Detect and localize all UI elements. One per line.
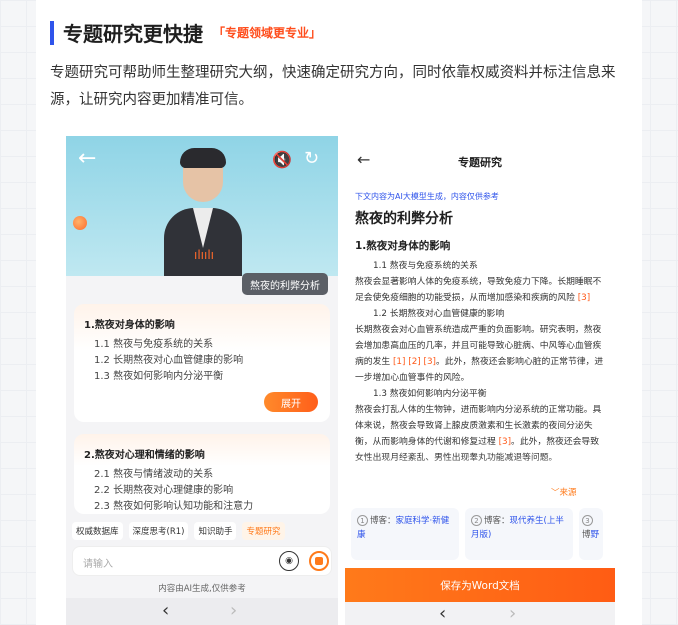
outline-item: 1.2 长期熬夜对心血管健康的影响 [94,355,244,366]
outline-item: 2.3 熬夜如何影响认知功能和注意力 [94,501,254,512]
assistant-orb-icon[interactable] [73,216,87,230]
source-card[interactable]: 1 博客：家庭科学·新健康 [351,508,459,560]
subheading: 1.1 熬夜与免疫系统的关系 [373,261,478,271]
section-tag: 「专题领域更专业」 [213,26,322,40]
sources-list: 1 博客：家庭科学·新健康 2 博客：现代养生(上半月版) 3博野 [351,508,603,560]
expand-button[interactable]: 展开 [264,392,318,412]
refresh-icon[interactable]: ↻ [304,148,319,169]
save-word-button[interactable]: 保存为Word文档 [345,568,615,602]
outline-item: 2.2 长期熬夜对心理健康的影响 [94,485,234,496]
tool-chips: 权威数据库 深度思考(R1) 知识助手 专题研究 [72,522,285,540]
ai-disclaimer: 下文内容为AI大模型生成，内容仅供参考 [355,192,499,201]
outline-heading: 2.熬夜对心理和情绪的影响 [84,450,205,461]
outline-item: 2.1 熬夜与情绪波动的关系 [94,469,214,480]
browser-nav: ‹ › [66,598,338,625]
feature-card: 专题研究更快捷 「专题领域更专业」 专题研究可帮助师生整理研究大纲，快速确定研究… [36,0,642,625]
report-section-heading: 1.熬夜对身体的影响 [355,240,451,252]
report-body: 1.1 熬夜与免疫系统的关系 熬夜会显著影响人体的免疫系统，导致免疫力下降。长期… [355,258,607,474]
back-arrow-icon[interactable]: ← [78,146,96,171]
right-phone-screenshot: ← 专题研究 下文内容为AI大模型生成，内容仅供参考 熬夜的利弊分析 1.熬夜对… [345,136,615,625]
avatar-hero: ← 🔇 ↻ ılıılı [66,136,338,276]
mute-icon[interactable]: 🔇 [272,150,292,169]
title-accent-bar [50,20,54,45]
tool-deep-think[interactable]: 深度思考(R1) [128,522,189,540]
tool-knowledge-assistant[interactable]: 知识助手 [194,522,237,540]
left-phone-screenshot: ← 🔇 ↻ ılıılı 熬夜的利弊分析 1.熬夜对身体的影响 1.1 熬夜与免… [66,136,338,625]
nav-back-icon[interactable]: ‹ [162,600,169,621]
outline-item: 1.3 熬夜如何影响内分泌平衡 [94,371,224,382]
voice-wave-icon: ılıılı [194,248,215,262]
section-title: 专题研究更快捷 [63,22,203,46]
topic-pill[interactable]: 熬夜的利弊分析 [242,273,328,295]
citation-link[interactable]: [3] [578,293,590,303]
browser-nav: ‹ › [345,602,615,625]
outline-card-1: 1.熬夜对身体的影响 1.1 熬夜与免疫系统的关系 1.2 长期熬夜对心血管健康… [74,304,330,422]
outline-heading: 1.熬夜对身体的影响 [84,320,175,331]
paragraph: 熬夜会显著影响人体的免疫系统，导致免疫力下降。长期睡眠不足会使免疫细胞的功能受损… [355,277,602,303]
scroll-fade [345,456,615,478]
voice-input-icon[interactable]: ◉ [279,551,299,571]
source-card[interactable]: 3博野 [579,508,603,560]
stop-icon[interactable] [309,551,329,571]
ai-note: 内容由AI生成,仅供参考 [158,584,246,594]
sources-toggle[interactable]: ﹀来源 [551,486,577,498]
source-card[interactable]: 2 博客：现代养生(上半月版) [465,508,573,560]
citation-link[interactable]: [3] [499,437,511,447]
nav-forward-icon[interactable]: › [509,603,516,624]
outline-item: 1.1 熬夜与免疫系统的关系 [94,339,214,350]
nav-forward-icon[interactable]: › [230,600,237,621]
tool-authority-db[interactable]: 权威数据库 [72,522,123,540]
input-placeholder: 请输入 [83,559,113,570]
outline-card-2: 2.熬夜对心理和情绪的影响 2.1 熬夜与情绪波动的关系 2.2 长期熬夜对心理… [74,434,330,514]
screen-title: 专题研究 [458,156,502,169]
paragraph: 长期熬夜会对心血管系统造成严重的负面影响。研究表明，熬夜会增加患高血压的几率，并… [355,325,604,383]
chevron-down-icon: ﹀ [551,488,560,498]
section-header: 专题研究更快捷 「专题领域更专业」 [50,18,321,47]
citation-link[interactable]: [1] [2] [3] [393,357,436,367]
section-intro: 专题研究可帮助师生整理研究大纲，快速确定研究方向，同时依靠权威资料并标注信息来源… [50,65,616,108]
tool-topic-research[interactable]: 专题研究 [242,522,285,540]
subheading: 1.3 熬夜如何影响内分泌平衡 [373,389,487,399]
report-title: 熬夜的利弊分析 [355,211,453,227]
chat-input[interactable]: 请输入 ◉ [72,546,332,576]
subheading: 1.2 长期熬夜对心血管健康的影响 [373,309,505,319]
nav-back-icon[interactable]: ‹ [439,603,446,624]
